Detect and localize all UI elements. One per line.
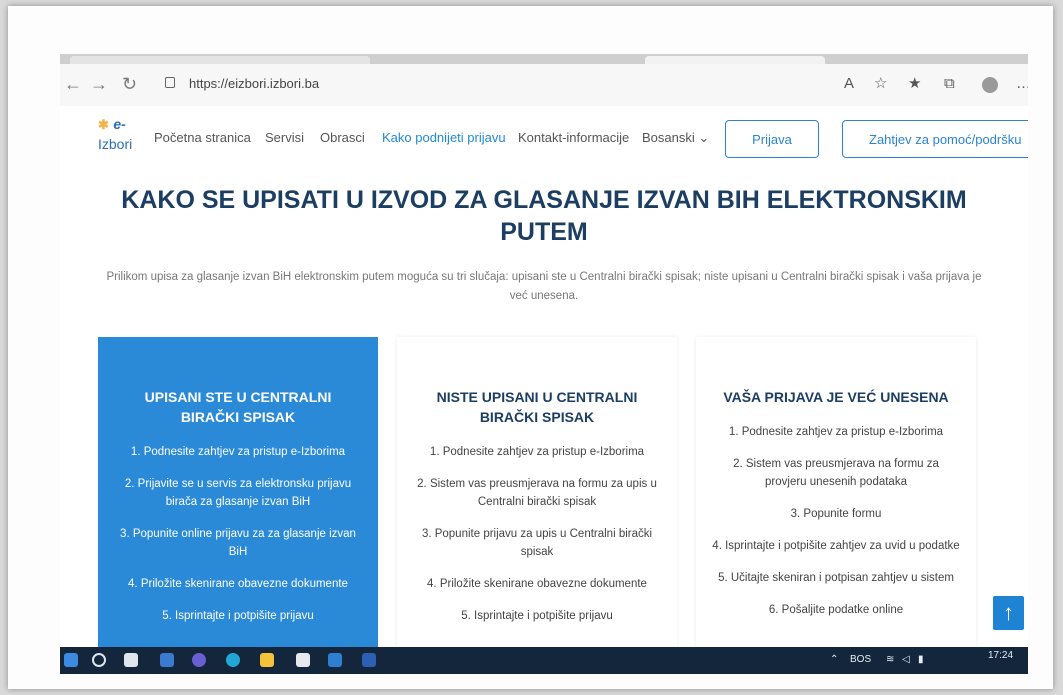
step-item: 5. Učitajte skeniran i potpisan zahtjev … [718,572,954,584]
nav-forms[interactable]: Obrasci [320,130,365,145]
intro-line1: Prilikom upisa za glasanje izvan BiH ele… [106,271,982,283]
page-title-line2: PUTEM [500,218,588,246]
language-selector[interactable]: Bosanski ⌄ [642,130,709,146]
intro-text: Prilikom upisa za glasanje izvan BiH ele… [88,268,1000,306]
profile-icon[interactable] [982,77,998,93]
step-item: 6. Pošaljite podatke online [768,604,904,616]
more-icon[interactable]: … [1016,76,1028,92]
edge-icon[interactable] [226,653,240,667]
step-item: 2. Sistem vas preusmjerava na formu za u… [417,478,657,508]
scroll-to-top-button[interactable]: ↑ [993,596,1024,630]
card-already-submitted: VAŠA PRIJAVA JE VEĆ UNESENA 1. Podnesite… [696,337,976,674]
step-item: 3. Popunite online prijavu za za glasanj… [120,528,356,558]
mail-icon[interactable] [328,653,342,667]
forward-arrow-icon[interactable]: → [90,74,108,94]
card-title: VAŠA PRIJAVA JE VEĆ UNESENA [718,387,954,407]
read-aloud-icon[interactable]: A [844,76,854,92]
tab-strip [60,54,1028,64]
login-button[interactable]: Prijava [725,120,819,158]
logo-text: Izbori [98,136,133,152]
browser-window: ← → ↻ https://eizbori.izbori.ba A ☆ ★ ⧉ … [60,54,1028,674]
e-izbori-logo[interactable]: ✱ e- Izbori [98,116,138,152]
screenshot-frame: ← → ↻ https://eizbori.izbori.ba A ☆ ★ ⧉ … [8,6,1053,689]
language-label: Bosanski [642,130,695,145]
chevron-down-icon: ⌄ [698,130,710,145]
card-title: UPISANI STE U CENTRALNI BIRAČKI SPISAK [120,387,356,427]
card-registered: UPISANI STE U CENTRALNI BIRAČKI SPISAK 1… [98,337,378,674]
word-icon[interactable] [362,653,376,667]
card-title-line1: UPISANI STE U CENTRALNI [144,389,332,405]
favorites-icon[interactable]: ★ [908,76,921,92]
chevron-up-icon[interactable]: ⌃ [830,654,838,665]
wifi-icon[interactable]: ≋ [886,654,894,665]
nav-home[interactable]: Početna stranica [154,130,251,145]
address-bar: ← → ↻ https://eizbori.izbori.ba A ☆ ★ ⧉ … [60,64,1028,107]
browser-tab-active[interactable] [645,56,825,64]
file-explorer-icon[interactable] [260,653,274,667]
chat-icon[interactable] [192,653,206,667]
step-item: 3. Popunite prijavu za upis u Centralni … [421,528,653,558]
clock-time[interactable]: 17:24 [988,650,1013,661]
task-view-icon[interactable] [124,653,138,667]
step-item: 2. Prijavite se u servis za elektronsku … [124,478,352,508]
card-title: NISTE UPISANI U CENTRALNI BIRAČKI SPISAK [419,387,655,427]
widgets-icon[interactable] [160,653,174,667]
refresh-icon[interactable]: ↻ [122,74,137,94]
steps-list: 1. Podnesite zahtjev za pristup e-Izbori… [98,443,378,625]
step-item: 4. Isprintajte i potpišite zahtjev za uv… [712,540,960,552]
url-text[interactable]: https://eizbori.izbori.ba [189,76,319,91]
add-favorite-icon[interactable]: ☆ [874,76,887,92]
lock-icon[interactable] [165,77,175,88]
url-field[interactable]: https://eizbori.izbori.ba [155,71,835,97]
card-title-line1: NISTE UPISANI U CENTRALNI [436,389,638,405]
nav-services[interactable]: Servisi [265,130,304,145]
store-icon[interactable] [296,653,310,667]
browser-tab[interactable] [70,56,370,64]
taskbar: ⌃ BOS ≋ ◁ ▮ 17:24 [60,647,1028,674]
step-item: 4. Priložite skenirane obavezne dokument… [427,578,647,590]
nav-how-to-apply[interactable]: Kako podnijeti prijavu [382,130,506,145]
step-item: 5. Isprintajte i potpišite prijavu [461,610,613,622]
step-item: 4. Priložite skenirane obavezne dokument… [128,578,348,590]
logo-mark-icon: ✱ [98,117,109,132]
page-title: KAKO SE UPISATI U IZVOD ZA GLASANJE IZVA… [100,184,988,248]
logo-e: e- [113,116,126,132]
collections-icon[interactable]: ⧉ [944,76,955,92]
step-item: 1. Podnesite zahtjev za pristup e-Izbori… [429,446,645,458]
card-title-line2: BIRAČKI SPISAK [479,409,595,425]
card-title-line2: BIRAČKI SPISAK [180,409,296,425]
back-arrow-icon[interactable]: ← [64,74,82,94]
arrow-up-icon: ↑ [1003,600,1014,625]
help-request-button[interactable]: Zahtjev za pomoć/podršku [842,120,1028,158]
language-indicator[interactable]: BOS [850,654,871,665]
search-icon[interactable] [92,653,106,667]
volume-icon[interactable]: ◁ [902,654,910,665]
battery-icon[interactable]: ▮ [918,654,924,665]
steps-list: 1. Podnesite zahtjev za pristup e-Izbori… [696,423,976,619]
step-item: 3. Popunite formu [790,508,882,520]
card-title-line1: VAŠA PRIJAVA JE VEĆ UNESENA [723,389,949,405]
step-item: 1. Podnesite zahtjev za pristup e-Izbori… [728,426,944,438]
page-title-line1: KAKO SE UPISATI U IZVOD ZA GLASANJE IZVA… [121,186,967,214]
steps-list: 1. Podnesite zahtjev za pristup e-Izbori… [397,443,677,625]
step-item: 1. Podnesite zahtjev za pristup e-Izbori… [130,446,346,458]
step-item: 2. Sistem vas preusmjerava na formu za p… [733,458,939,488]
card-not-registered: NISTE UPISANI U CENTRALNI BIRAČKI SPISAK… [397,337,677,674]
step-item: 5. Isprintajte i potpišite prijavu [162,610,314,622]
site-header: ✱ e- Izbori Početna stranica Servisi Obr… [60,106,1028,172]
windows-start-icon[interactable] [64,653,78,667]
nav-contact[interactable]: Kontakt-informacije [518,130,629,145]
intro-line2: već unesena. [509,290,579,302]
